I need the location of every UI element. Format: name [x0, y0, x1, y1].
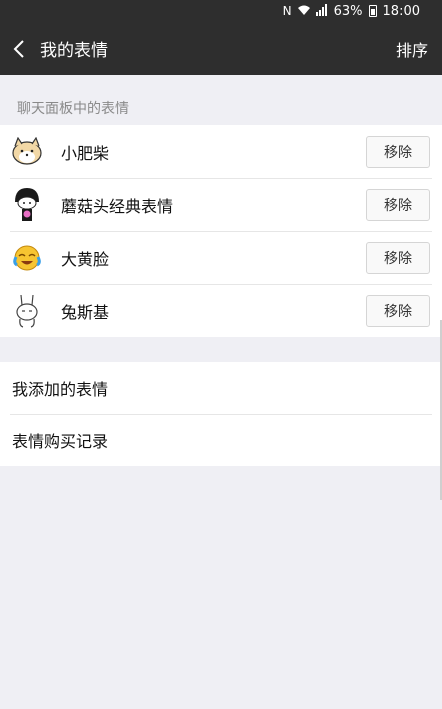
yellow-face-icon — [8, 239, 46, 277]
sticker-name: 小肥柴 — [61, 143, 110, 163]
remove-button[interactable]: 移除 — [366, 241, 430, 274]
tuzki-rabbit-icon — [8, 292, 46, 330]
clock: 18:00 — [382, 3, 420, 19]
section-caption: 聊天面板中的表情 — [17, 101, 129, 117]
remove-button[interactable]: 移除 — [366, 188, 430, 221]
sort-button[interactable]: 排序 — [396, 37, 428, 61]
sticker-row: 蘑菇头经典表情 移除 — [0, 178, 442, 231]
sticker-row: 大黄脸 移除 — [0, 231, 442, 284]
remove-button[interactable]: 移除 — [366, 294, 430, 327]
mushroom-head-icon — [8, 186, 46, 224]
sticker-name: 蘑菇头经典表情 — [61, 196, 174, 216]
navigation-bar: 我的表情 排序 — [0, 22, 442, 75]
status-bar: N 63% 18:00 — [0, 0, 442, 22]
sticker-list: 小肥柴 移除 蘑菇头经典表情 移除 大黄脸 移除 兔斯基 移除 — [0, 125, 442, 337]
wifi-icon — [297, 4, 311, 19]
sticker-row: 兔斯基 移除 — [0, 284, 442, 337]
nfc-icon: N — [282, 4, 292, 18]
remove-button[interactable]: 移除 — [366, 135, 430, 168]
back-button[interactable] — [2, 22, 36, 75]
shiba-dog-icon — [8, 133, 46, 171]
battery-icon — [368, 5, 377, 17]
signal-icon — [315, 3, 328, 19]
sticker-row: 小肥柴 移除 — [0, 125, 442, 178]
sticker-name: 兔斯基 — [61, 302, 110, 322]
status-icons: N — [282, 3, 328, 19]
sticker-name: 大黄脸 — [61, 249, 110, 269]
chevron-left-icon — [13, 39, 24, 58]
battery-percent: 63% — [333, 3, 363, 19]
my-added-stickers-item[interactable]: 我添加的表情 — [0, 362, 442, 414]
sticker-purchase-history-item[interactable]: 表情购买记录 — [0, 414, 442, 466]
page-title: 我的表情 — [40, 41, 108, 61]
settings-list: 我添加的表情 表情购买记录 — [0, 362, 442, 466]
